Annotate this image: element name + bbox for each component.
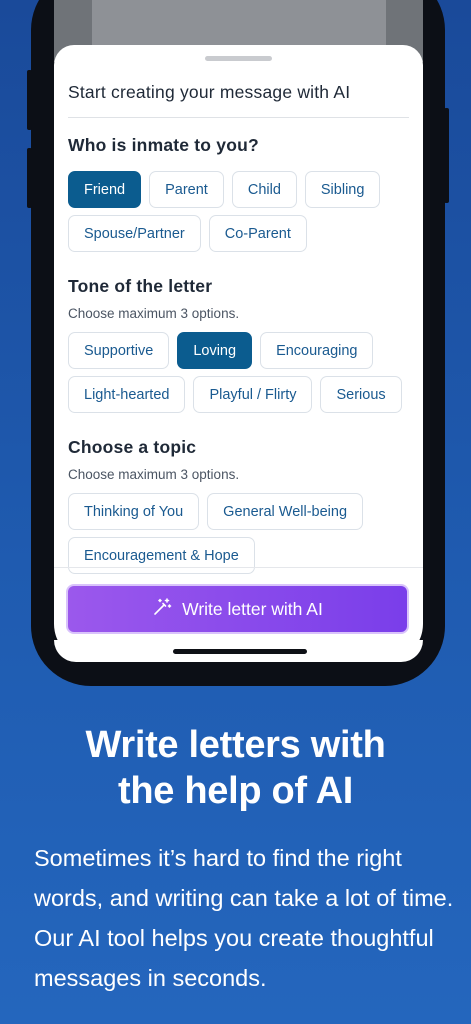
chip-loving[interactable]: Loving [177, 332, 253, 369]
relationship-options: Friend Parent Child Sibling Spouse/Partn… [68, 171, 413, 252]
chip-thinking-of-you[interactable]: Thinking of You [68, 493, 200, 530]
chip-child[interactable]: Child [231, 171, 297, 208]
write-letter-button[interactable]: Write letter with AI [66, 584, 409, 634]
chip-spouse-partner[interactable]: Spouse/Partner [68, 215, 201, 252]
chip-encouragement-hope[interactable]: Encouragement & Hope [68, 537, 255, 574]
chip-supportive[interactable]: Supportive [68, 332, 170, 369]
sheet-grabber[interactable] [205, 56, 272, 61]
divider [68, 117, 409, 118]
chip-parent[interactable]: Parent [149, 171, 224, 208]
chip-light-hearted[interactable]: Light-hearted [68, 376, 186, 413]
chip-general-well-being[interactable]: General Well-being [207, 493, 364, 530]
home-indicator [173, 649, 307, 654]
phone-side-button [27, 148, 32, 208]
chip-co-parent[interactable]: Co-Parent [208, 215, 307, 252]
chip-sibling[interactable]: Sibling [304, 171, 381, 208]
sheet-title: Start creating your message with AI [68, 82, 351, 102]
topic-options: Thinking of You General Well-being Encou… [68, 493, 413, 574]
topic-title: Choose a topic [68, 437, 197, 457]
tone-subtitle: Choose maximum 3 options. [68, 306, 240, 321]
ai-letter-sheet: Start creating your message with AI Who … [54, 45, 423, 662]
topic-subtitle: Choose maximum 3 options. [68, 467, 240, 482]
chip-encouraging[interactable]: Encouraging [260, 332, 374, 369]
chip-playful-flirty[interactable]: Playful / Flirty [193, 376, 313, 413]
promo-headline-line: Write letters with [85, 724, 386, 766]
chip-serious[interactable]: Serious [320, 376, 402, 413]
phone-side-button [444, 108, 449, 203]
chip-friend[interactable]: Friend [68, 171, 142, 208]
write-letter-label: Write letter with AI [182, 598, 323, 619]
phone-side-button [27, 70, 32, 130]
tone-title: Tone of the letter [68, 276, 213, 296]
relationship-title: Who is inmate to you? [68, 135, 259, 155]
magic-wand-icon [152, 597, 172, 622]
promo-body: Sometimes it’s hard to find the right wo… [34, 845, 454, 991]
tone-options: Supportive Loving Encouraging Light-hear… [68, 332, 413, 413]
footer-divider [54, 567, 423, 568]
promo-headline: Write letters with the help of AI [0, 722, 471, 814]
promo-headline-line: the help of AI [117, 770, 354, 812]
